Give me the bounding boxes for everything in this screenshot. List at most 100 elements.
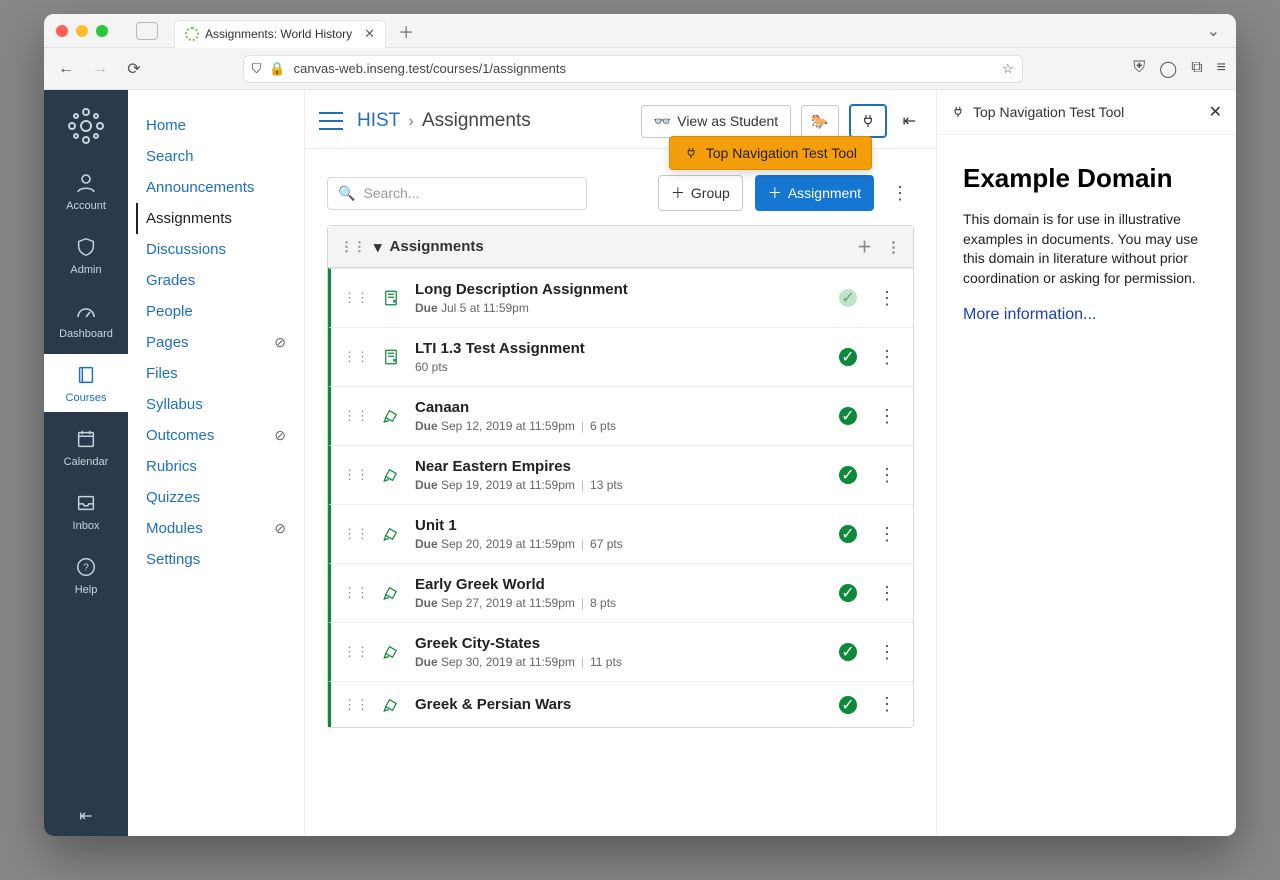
- course-nav-modules[interactable]: Modules⊘: [146, 513, 286, 544]
- global-nav-collapse[interactable]: ⇤: [44, 806, 128, 826]
- hidden-icon: ⊘: [274, 334, 286, 351]
- address-field[interactable]: ⛉ 🔒 canvas-web.inseng.test/courses/1/ass…: [243, 55, 1023, 83]
- top-nav-tool-button[interactable]: [849, 104, 887, 138]
- view-as-student-button[interactable]: 👓 View as Student: [641, 105, 791, 138]
- drag-handle-icon[interactable]: ⋮⋮: [343, 526, 369, 542]
- group-header[interactable]: ⋮⋮ ▾ Assignments ＋ ⋮: [328, 226, 913, 268]
- app: Account Admin Dashboard Courses Calendar…: [44, 90, 1236, 836]
- breadcrumb-course[interactable]: HIST: [357, 110, 400, 132]
- item-options-button[interactable]: ⋮: [873, 406, 901, 427]
- course-nav-syllabus[interactable]: Syllabus: [146, 389, 286, 420]
- add-group-button[interactable]: ＋Group: [658, 175, 743, 211]
- canvas-logo-icon[interactable]: [66, 106, 106, 146]
- assignment-row[interactable]: ⋮⋮Greek City-StatesDue Sep 30, 2019 at 1…: [328, 622, 913, 681]
- drag-handle-icon[interactable]: ⋮⋮: [340, 239, 366, 255]
- nav-dashboard[interactable]: Dashboard: [44, 290, 128, 348]
- close-panel-button[interactable]: ✕: [1209, 102, 1222, 122]
- published-icon[interactable]: ✓: [839, 348, 857, 366]
- more-options-button[interactable]: ⋮: [886, 183, 914, 204]
- item-options-button[interactable]: ⋮: [873, 524, 901, 545]
- forward-button[interactable]: →: [88, 60, 112, 78]
- course-nav-announcements[interactable]: Announcements: [146, 172, 286, 203]
- item-options-button[interactable]: ⋮: [873, 288, 901, 309]
- assignment-row[interactable]: ⋮⋮LTI 1.3 Test Assignment60 pts✓⋮: [328, 327, 913, 386]
- tab-close-icon[interactable]: ✕: [364, 26, 375, 42]
- bookmark-star-icon[interactable]: ☆: [1002, 61, 1014, 77]
- nav-calendar[interactable]: Calendar: [44, 418, 128, 476]
- back-button[interactable]: ←: [54, 60, 78, 78]
- account-icon[interactable]: ◯: [1159, 59, 1177, 79]
- nav-label: Calendar: [64, 456, 109, 468]
- reload-button[interactable]: ⟳: [122, 59, 146, 79]
- course-nav-home[interactable]: Home: [146, 110, 286, 141]
- drag-handle-icon[interactable]: ⋮⋮: [343, 644, 369, 660]
- course-nav-people[interactable]: People: [146, 296, 286, 327]
- course-nav-quizzes[interactable]: Quizzes: [146, 482, 286, 513]
- app-menu-icon[interactable]: ≡: [1217, 59, 1226, 79]
- nav-admin[interactable]: Admin: [44, 226, 128, 284]
- assignment-row[interactable]: ⋮⋮Early Greek WorldDue Sep 27, 2019 at 1…: [328, 563, 913, 622]
- assignment-title: Canaan: [415, 399, 839, 416]
- pocket-icon[interactable]: ⛨: [1133, 59, 1145, 79]
- item-options-button[interactable]: ⋮: [873, 465, 901, 486]
- nav-account[interactable]: Account: [44, 162, 128, 220]
- close-window[interactable]: [56, 25, 68, 37]
- user-icon: [73, 170, 99, 196]
- course-nav-search[interactable]: Search: [146, 141, 286, 172]
- course-nav-grades[interactable]: Grades: [146, 265, 286, 296]
- published-icon[interactable]: ✓: [839, 696, 857, 714]
- course-menu-toggle[interactable]: [319, 112, 343, 130]
- collapse-caret-icon[interactable]: ▾: [374, 238, 382, 256]
- drag-handle-icon[interactable]: ⋮⋮: [343, 585, 369, 601]
- published-icon[interactable]: ✓: [839, 584, 857, 602]
- course-nav-rubrics[interactable]: Rubrics: [146, 451, 286, 482]
- drag-handle-icon[interactable]: ⋮⋮: [343, 349, 369, 365]
- course-nav-outcomes[interactable]: Outcomes⊘: [146, 420, 286, 451]
- item-options-button[interactable]: ⋮: [873, 347, 901, 368]
- extensions-icon[interactable]: ⧉: [1191, 59, 1202, 79]
- zoom-window[interactable]: [96, 25, 108, 37]
- more-info-link[interactable]: More information...: [963, 306, 1096, 323]
- tab-overview-icon[interactable]: [136, 22, 158, 40]
- immersive-reader-button[interactable]: 🐎: [801, 105, 838, 138]
- nav-help[interactable]: ? Help: [44, 546, 128, 604]
- assignment-row[interactable]: ⋮⋮CanaanDue Sep 12, 2019 at 11:59pm|6 pt…: [328, 386, 913, 445]
- assignment-row[interactable]: ⋮⋮Long Description AssignmentDue Jul 5 a…: [328, 268, 913, 327]
- add-assignment-button[interactable]: ＋ Assignment: [755, 175, 874, 211]
- drag-handle-icon[interactable]: ⋮⋮: [343, 290, 369, 306]
- course-nav-pages[interactable]: Pages⊘: [146, 327, 286, 358]
- nav-inbox[interactable]: Inbox: [44, 482, 128, 540]
- item-options-button[interactable]: ⋮: [873, 642, 901, 663]
- drag-handle-icon[interactable]: ⋮⋮: [343, 408, 369, 424]
- add-item-icon[interactable]: ＋: [857, 236, 872, 257]
- published-icon[interactable]: ✓: [839, 643, 857, 661]
- item-options-button[interactable]: ⋮: [873, 694, 901, 715]
- published-icon[interactable]: ✓: [839, 289, 857, 307]
- nav-courses[interactable]: Courses: [44, 354, 128, 412]
- search-input[interactable]: 🔍 Search...: [327, 177, 587, 210]
- published-icon[interactable]: ✓: [839, 525, 857, 543]
- course-nav-assignments[interactable]: Assignments: [136, 203, 286, 234]
- assignment-row[interactable]: ⋮⋮Unit 1Due Sep 20, 2019 at 11:59pm|67 p…: [328, 504, 913, 563]
- assignment-row[interactable]: ⋮⋮Greek & Persian Wars✓⋮: [328, 681, 913, 727]
- collapse-sidebar-icon[interactable]: ⇤: [903, 111, 916, 131]
- shield-icon: ⛉: [252, 61, 262, 77]
- course-nav-files[interactable]: Files: [146, 358, 286, 389]
- group-options-icon[interactable]: ⋮: [886, 238, 901, 256]
- item-options-button[interactable]: ⋮: [873, 583, 901, 604]
- minimize-window[interactable]: [76, 25, 88, 37]
- drag-handle-icon[interactable]: ⋮⋮: [343, 697, 369, 713]
- drag-handle-icon[interactable]: ⋮⋮: [343, 467, 369, 483]
- published-icon[interactable]: ✓: [839, 407, 857, 425]
- tabs-menu-icon[interactable]: ⌄: [1207, 21, 1220, 41]
- assignment-row[interactable]: ⋮⋮Near Eastern EmpiresDue Sep 19, 2019 a…: [328, 445, 913, 504]
- course-nav-settings[interactable]: Settings: [146, 544, 286, 575]
- favicon-icon: [185, 27, 199, 41]
- course-nav-discussions[interactable]: Discussions: [146, 234, 286, 265]
- global-nav: Account Admin Dashboard Courses Calendar…: [44, 90, 128, 836]
- browser-tab[interactable]: Assignments: World History ✕: [174, 20, 386, 48]
- new-tab-button[interactable]: ＋: [398, 19, 414, 43]
- example-heading: Example Domain: [963, 163, 1210, 194]
- window-controls: [56, 25, 108, 37]
- published-icon[interactable]: ✓: [839, 466, 857, 484]
